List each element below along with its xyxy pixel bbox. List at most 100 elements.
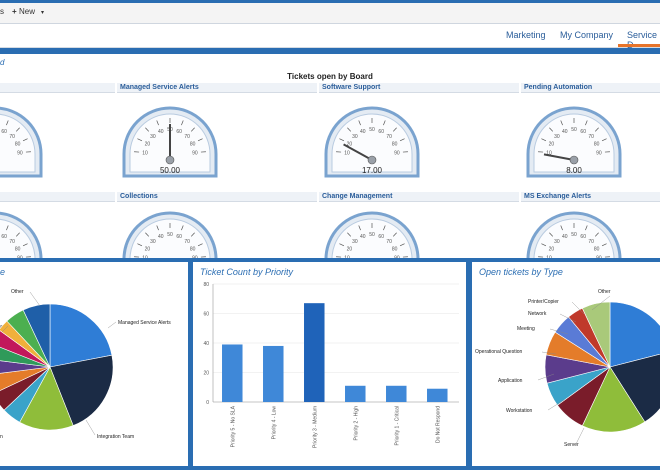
ticket-count-by-priority-panel: Ticket Count by Priority 0 20 40 60 80 Priori…: [193, 262, 466, 466]
gauge-tick-label: 60: [1, 129, 7, 135]
gauge-tick-label: 20: [549, 141, 555, 147]
bar: [304, 303, 325, 402]
gauge-hub: [367, 155, 377, 165]
gauge-tick-label: 10: [546, 255, 552, 258]
gauge-tick-label: 60: [580, 234, 586, 240]
gauge-tick-label: 70: [386, 134, 392, 140]
gauge-tick-label: 80: [392, 246, 398, 252]
active-tab-indicator: [618, 44, 660, 47]
tab-service-desk[interactable]: Service D: [627, 30, 660, 50]
gauge-tick-label: 80: [594, 246, 600, 252]
gauge-hub: [569, 155, 579, 165]
toolbar-left-text: s: [0, 7, 4, 16]
open-tickets-by-type-panel: Open tickets by Type Other Printer/Copie…: [472, 262, 660, 466]
x-tick-label: Priority 3 - Medium: [312, 406, 318, 448]
gauge-tick-label: 80: [594, 141, 600, 147]
gauge-dial: 102030405060708090: [0, 211, 43, 258]
tickets-by-board-panel: d Tickets open by Board Managed Service …: [0, 54, 660, 258]
bar: [386, 385, 407, 402]
gauge-tick-label: 70: [588, 239, 594, 245]
tab-my-company[interactable]: My Company: [560, 30, 613, 40]
gauge-tick-label: 90: [17, 255, 23, 258]
gauge-tick-label: 30: [352, 239, 358, 245]
gauge-tick-label: 30: [150, 134, 156, 140]
gauge-hub: [165, 155, 175, 165]
gauge-tick-label: 40: [562, 129, 568, 135]
top-toolbar: s + New ▾: [0, 0, 660, 24]
y-tick-label: 60: [203, 312, 209, 318]
y-tick-label: 0: [206, 400, 209, 406]
gauges-svg: 1020304050607080901020304050607080901020…: [0, 106, 622, 258]
gauge-tick-label: 70: [9, 239, 15, 245]
gauge-tick-label: 60: [1, 234, 7, 240]
y-tick-label: 40: [203, 341, 209, 347]
gauge-dial: 102030405060708090: [122, 211, 218, 258]
pie-label-meeting: Meeting: [517, 326, 535, 332]
pie-label-network: Network: [528, 311, 547, 317]
gauge-tick-label: 50: [571, 127, 577, 133]
pie-label-other: Other: [598, 289, 611, 295]
gauge-tick-label: 90: [17, 150, 23, 156]
x-tick-label: Priority 4 - Low: [271, 406, 277, 440]
pie-label-printer-copier: Printer/Copier: [528, 299, 559, 305]
bar: [263, 345, 284, 402]
pie-leader-line: [85, 419, 96, 436]
x-tick-label: Priority 2 - High: [353, 406, 359, 441]
gauge-value-pending-automation: 8.00: [566, 166, 582, 175]
pie-label-integration-team: Integration Team: [97, 434, 134, 440]
x-tick-label: Priority 5 - No SLA: [230, 405, 236, 447]
tickets-by-board-pie-panel: e Other Managed Service Alerts Integrati…: [0, 262, 188, 466]
gauge-tick-label: 20: [549, 246, 555, 252]
y-tick-label: 20: [203, 371, 209, 377]
plus-icon[interactable]: +: [12, 7, 17, 16]
gauge-tick-label: 60: [580, 129, 586, 135]
gauge-tick-label: 30: [352, 134, 358, 140]
gauge-tick-label: 60: [378, 234, 384, 240]
dropdown-caret-icon[interactable]: ▾: [41, 9, 44, 16]
gauge-tick-label: 80: [190, 246, 196, 252]
gauge-value-software-support: 17.00: [361, 166, 383, 175]
gauge-tick-label: 30: [554, 134, 560, 140]
priority-bar-chart: 0 20 40 60 80 Priority 5 - No SLA Priority 4 -…: [203, 282, 459, 448]
gauge-tick-label: 10: [344, 150, 350, 156]
gauge-tick-label: 50: [167, 232, 173, 238]
gauge-tick-label: 80: [15, 246, 21, 252]
gauge-tick-label: 60: [176, 234, 182, 240]
gauge-tick-label: 90: [394, 150, 400, 156]
gauge-dial: 102030405060708090: [324, 211, 420, 258]
gauge-tick-label: 10: [344, 255, 350, 258]
gauge-tick-label: 60: [378, 129, 384, 135]
bar: [345, 385, 366, 402]
gauge-tick-label: 10: [142, 255, 148, 258]
gauge-tick-label: 90: [596, 150, 602, 156]
gauge-tick-label: 20: [347, 246, 353, 252]
gauge-value-managed-service-alerts: 50.00: [159, 166, 181, 175]
gauge-tick-label: 90: [192, 255, 198, 258]
gauge-tick-label: 80: [15, 141, 21, 147]
tab-marketing[interactable]: Marketing: [506, 30, 546, 40]
gauge-tick-label: 30: [150, 239, 156, 245]
gauge-tick-label: 70: [588, 134, 594, 140]
gauge-tick-label: 90: [596, 255, 602, 258]
gauge-tick-label: 70: [386, 239, 392, 245]
gauge-tick-label: 40: [562, 234, 568, 240]
type-pie-chart: Other Printer/Copier Network Meeting Ope…: [475, 289, 660, 448]
gauge-dial: 102030405060708090: [0, 106, 43, 178]
y-tick-label: 80: [203, 282, 209, 288]
new-button[interactable]: New: [19, 7, 35, 16]
pie-label-application: Application: [498, 378, 523, 384]
gauge-tick-label: 30: [554, 239, 560, 245]
pie-label-partial: n: [0, 434, 3, 440]
x-tick-label: Do Not Respond: [435, 406, 441, 443]
gauge-tick-label: 80: [190, 141, 196, 147]
gauge-tick-label: 50: [369, 232, 375, 238]
bar: [427, 388, 448, 402]
pie-leader-line: [575, 427, 585, 445]
x-tick-label: Priority 1 - Critical: [394, 406, 400, 445]
pie-label-operational-question: Operational Question: [475, 349, 522, 355]
board-pie-chart: Other Managed Service Alerts Integration…: [0, 289, 171, 440]
gauge-tick-label: 40: [158, 234, 164, 240]
gauge-tick-label: 20: [145, 246, 151, 252]
gauge-tick-label: 70: [184, 134, 190, 140]
gauge-tick-label: 20: [145, 141, 151, 147]
